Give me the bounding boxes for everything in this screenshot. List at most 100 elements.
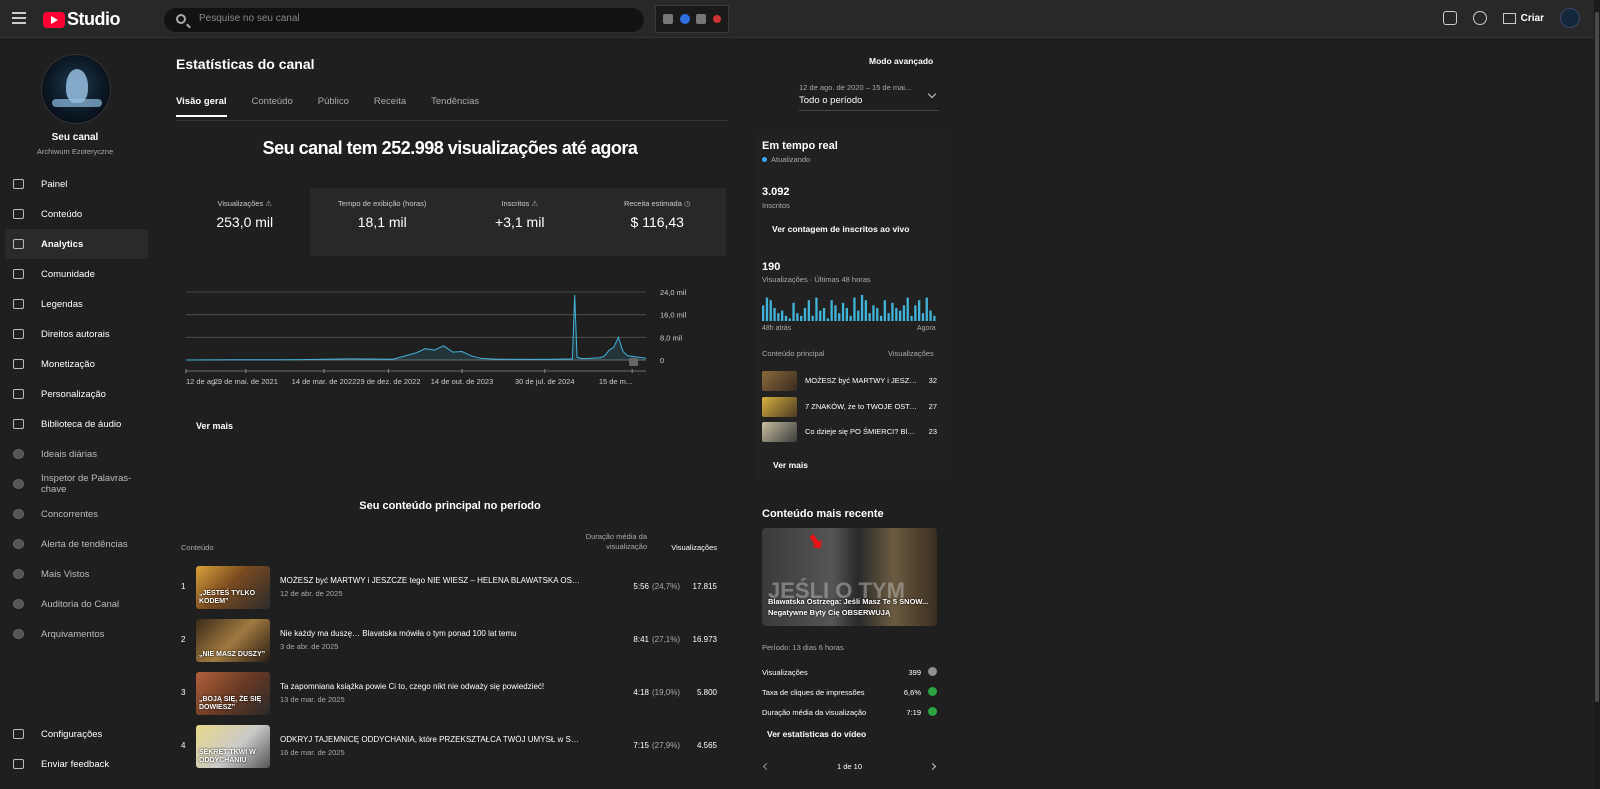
sidebar-ext-item[interactable]: Auditoria do Canal [5, 589, 148, 619]
tab[interactable]: Visão geral [176, 96, 227, 117]
realtime-bar[interactable] [864, 300, 867, 321]
channel-avatar[interactable] [41, 54, 111, 124]
video-title[interactable]: ODKRYJ TAJEMNICĘ ODDYCHANIA, które PRZEK… [280, 735, 580, 744]
realtime-bar[interactable] [902, 305, 906, 321]
tab[interactable]: Público [318, 96, 349, 117]
realtime-bar[interactable] [777, 313, 780, 321]
realtime-bar[interactable] [838, 313, 841, 321]
sidebar-item[interactable]: Painel [5, 169, 148, 199]
search-input[interactable] [199, 13, 599, 24]
table-row[interactable]: 1 „JESTEŚ TYLKO KODEM” MOŻESZ być MARTWY i… [176, 566, 724, 612]
realtime-video-thumbnail[interactable] [762, 397, 797, 417]
realtime-bar[interactable] [876, 308, 879, 321]
sidebar-item[interactable]: Analytics [5, 229, 148, 259]
realtime-bar[interactable] [933, 315, 936, 321]
realtime-bar[interactable] [826, 318, 829, 321]
realtime-bar[interactable] [811, 315, 814, 321]
sidebar-item[interactable]: Configurações [5, 719, 148, 749]
realtime-bar[interactable] [834, 305, 837, 321]
realtime-bar[interactable] [868, 313, 871, 321]
realtime-bar[interactable] [929, 310, 932, 321]
chart-line[interactable] [185, 294, 647, 361]
scrollbar-thumb[interactable] [1595, 12, 1599, 702]
realtime-content-row[interactable]: 7 ZNAKÓW, że to TWOJE OSTATNIE WCIELENIE… [762, 397, 937, 417]
realtime-bar[interactable] [918, 300, 921, 321]
see-more-button[interactable]: Ver mais [196, 421, 233, 431]
realtime-bar[interactable] [822, 308, 826, 321]
scrollbar[interactable] [1594, 0, 1600, 789]
realtime-bar[interactable] [784, 315, 788, 321]
realtime-bar[interactable] [762, 305, 765, 321]
realtime-bar[interactable] [906, 297, 909, 321]
realtime-bar[interactable] [925, 297, 928, 321]
realtime-bar[interactable] [765, 297, 769, 321]
live-subs-button[interactable]: Ver contagem de inscritos ao vivo [772, 224, 909, 234]
realtime-bar[interactable] [853, 297, 856, 321]
sidebar-item[interactable]: Legendas [5, 289, 148, 319]
realtime-bar[interactable] [773, 308, 776, 321]
table-row[interactable]: 4 SEKRET TKWI W ODDYCHANIU ODKRYJ TAJEMNIC… [176, 725, 724, 771]
sidebar-item[interactable]: Enviar feedback [5, 749, 148, 779]
realtime-bar[interactable] [796, 313, 799, 321]
realtime-bar[interactable] [781, 310, 784, 321]
tab[interactable]: Tendências [431, 96, 479, 117]
sidebar-item[interactable]: Conteúdo [5, 199, 148, 229]
realtime-bar[interactable] [800, 315, 803, 321]
realtime-bar[interactable] [803, 308, 807, 321]
metric-card[interactable]: Tempo de exibição (horas) 18,1 mil [314, 188, 452, 256]
chart-marker-icon[interactable] [629, 358, 638, 366]
video-title[interactable]: MOŻESZ być MARTWY i JESZCZE tego NIE WIE… [280, 576, 580, 585]
realtime-content-row[interactable]: MOŻESZ być MARTWY i JESZCZE tego NIE WIE… [762, 371, 937, 391]
realtime-bar[interactable] [788, 318, 791, 321]
realtime-video-thumbnail[interactable] [762, 371, 797, 391]
sidebar-ext-item[interactable]: Inspetor de Palavras-chave [5, 469, 148, 499]
sidebar-ext-item[interactable]: Mais Vistos [5, 559, 148, 589]
advanced-mode-button[interactable]: Modo avançado [869, 56, 933, 66]
realtime-content-row[interactable]: Co dzieje się PO ŚMIERCI? Blawatska 23 [762, 422, 937, 442]
sidebar-item[interactable]: Direitos autorais [5, 319, 148, 349]
search-bar[interactable] [163, 7, 645, 33]
metric-card[interactable]: Visualizações ⚠ 253,0 mil [176, 188, 314, 256]
realtime-bar[interactable] [899, 310, 902, 321]
help-icon[interactable] [1472, 11, 1487, 25]
realtime-bar[interactable] [841, 302, 845, 321]
extension-analytics-icon[interactable] [663, 14, 674, 24]
sidebar-item[interactable]: Biblioteca de áudio [5, 409, 148, 439]
realtime-video-thumbnail[interactable] [762, 422, 797, 442]
metric-card[interactable]: Inscritos ⚠ +3,1 mil [451, 188, 589, 256]
create-button[interactable]: Criar [1502, 12, 1544, 24]
realtime-bar[interactable] [891, 302, 894, 321]
feedback-icon[interactable] [1442, 11, 1457, 25]
video-thumbnail[interactable]: SEKRET TKWI W ODDYCHANIU [196, 725, 270, 768]
realtime-bar[interactable] [830, 300, 833, 321]
sidebar-ext-item[interactable]: Ideais diárias [5, 439, 148, 469]
video-title[interactable]: Nie każdy ma duszę… Blavatska mówiła o t… [280, 629, 580, 638]
table-row[interactable]: 3 „BOJĄ SIĘ, ŻE SIĘ DOWIESZ” Ta zapomniana… [176, 672, 724, 718]
realtime-bar[interactable] [815, 297, 818, 321]
realtime-bar[interactable] [879, 315, 883, 321]
video-thumbnail[interactable]: „NIE MASZ DUSZY” [196, 619, 270, 662]
sidebar-ext-item[interactable]: Concorrentes [5, 499, 148, 529]
realtime-bar[interactable] [921, 313, 925, 321]
sidebar-item[interactable]: Comunidade [5, 259, 148, 289]
recent-video-thumbnail[interactable]: JEŚLI O TYM Blawatska Ostrzega: Jeśli Ma… [762, 528, 937, 626]
extension-blue-icon[interactable] [679, 14, 690, 24]
sidebar-ext-item[interactable]: Alerta de tendências [5, 529, 148, 559]
tab[interactable]: Receita [374, 96, 406, 117]
studio-logo[interactable]: Studio [43, 9, 121, 30]
table-row[interactable]: 2 „NIE MASZ DUSZY” Nie każdy ma duszę… Bla… [176, 619, 724, 665]
video-thumbnail[interactable]: „JESTEŚ TYLKO KODEM” [196, 566, 270, 609]
video-stats-button[interactable]: Ver estatísticas do vídeo [767, 729, 866, 739]
realtime-see-more-button[interactable]: Ver mais [773, 460, 808, 470]
realtime-video-title[interactable]: Co dzieje się PO ŚMIERCI? Blawatska [805, 427, 917, 436]
realtime-bar[interactable] [883, 300, 886, 321]
realtime-bar[interactable] [872, 305, 875, 321]
extension-notification-icon[interactable] [712, 15, 721, 23]
sidebar-ext-item[interactable]: Arquivamentos [5, 619, 148, 649]
realtime-bar[interactable] [807, 300, 810, 321]
realtime-bar[interactable] [845, 308, 848, 321]
realtime-bar[interactable] [857, 310, 860, 321]
video-thumbnail[interactable]: „BOJĄ SIĘ, ŻE SIĘ DOWIESZ” [196, 672, 270, 715]
realtime-bar[interactable] [769, 300, 772, 321]
tab[interactable]: Conteúdo [252, 96, 293, 117]
